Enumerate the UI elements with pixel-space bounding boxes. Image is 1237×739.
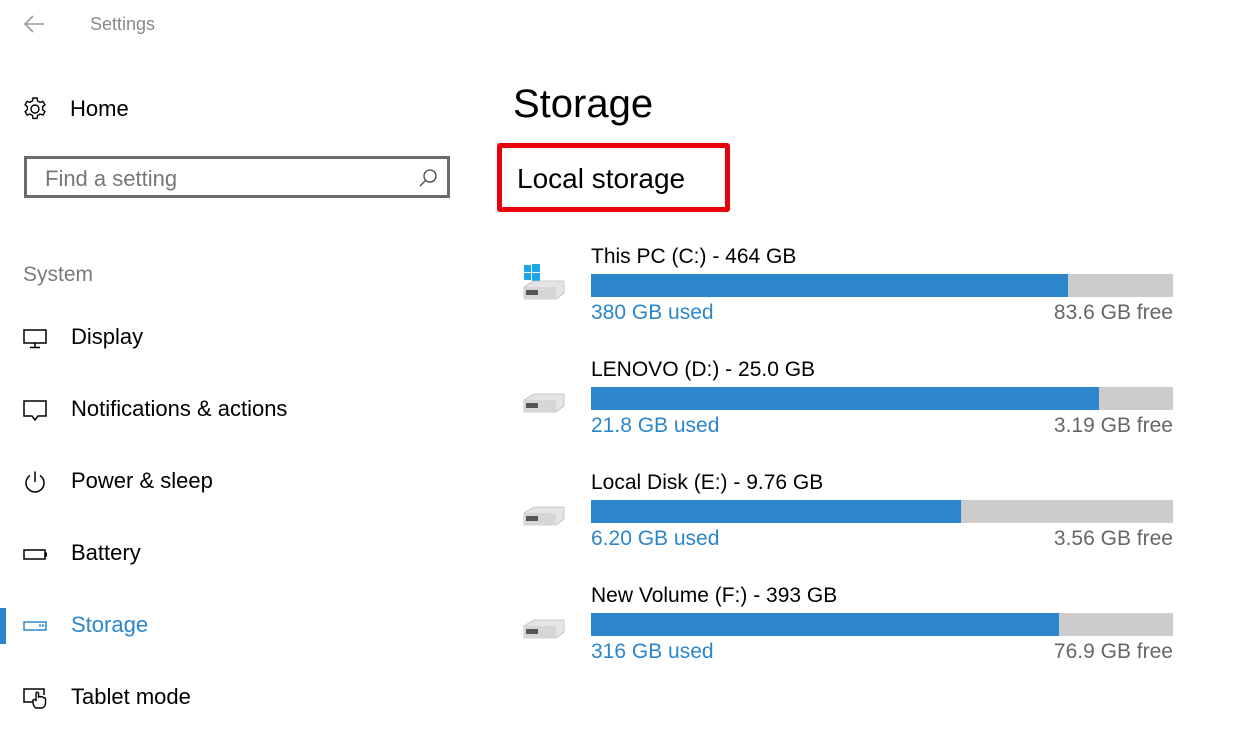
usage-bar-fill xyxy=(591,613,1059,636)
sidebar-item-tablet-mode[interactable]: Tablet mode xyxy=(0,676,470,720)
sidebar-item-label: Notifications & actions xyxy=(71,396,288,421)
drive-item-f[interactable]: New Volume (F:) - 393 GB 316 GB used 76.… xyxy=(495,584,1195,674)
sidebar-item-battery[interactable]: Battery xyxy=(0,532,470,576)
section-label-system: System xyxy=(23,263,94,286)
gear-icon xyxy=(24,97,46,120)
notifications-icon xyxy=(23,400,47,422)
tablet-mode-icon xyxy=(23,688,47,709)
sidebar-item-display[interactable]: Display xyxy=(0,316,470,360)
back-button[interactable] xyxy=(22,10,50,38)
drive-item-c[interactable]: This PC (C:) - 464 GB 380 GB used 83.6 G… xyxy=(495,245,1195,335)
free-space: 83.6 GB free xyxy=(1053,301,1173,324)
battery-icon xyxy=(23,549,47,560)
drive-name: This PC (C:) - 464 GB xyxy=(591,245,797,268)
active-indicator xyxy=(0,608,6,644)
sidebar-item-label: Display xyxy=(71,324,144,349)
display-icon xyxy=(23,329,47,349)
sidebar-item-power-sleep[interactable]: Power & sleep xyxy=(0,460,470,504)
used-space: 380 GB used xyxy=(591,301,714,324)
drive-name: LENOVO (D:) - 25.0 GB xyxy=(591,358,816,381)
drive-icon xyxy=(523,619,565,639)
system-drive-icon xyxy=(523,264,565,300)
search-box[interactable] xyxy=(24,156,450,198)
usage-bar-fill xyxy=(591,274,1068,297)
drive-name: Local Disk (E:) - 9.76 GB xyxy=(591,471,824,494)
sidebar: Home System Display Notifications & acti… xyxy=(0,60,470,739)
usage-bar-fill xyxy=(591,387,1099,410)
drive-item-d[interactable]: LENOVO (D:) - 25.0 GB 21.8 GB used 3.19 … xyxy=(495,358,1195,448)
sidebar-item-label: Battery xyxy=(71,540,141,565)
sidebar-home[interactable]: Home xyxy=(22,94,129,124)
page-title: Storage xyxy=(513,82,654,126)
sidebar-item-label: Power & sleep xyxy=(71,468,213,493)
usage-bar-fill xyxy=(591,500,961,523)
drive-item-e[interactable]: Local Disk (E:) - 9.76 GB 6.20 GB used 3… xyxy=(495,471,1195,561)
power-icon xyxy=(25,471,45,493)
used-space: 316 GB used xyxy=(591,640,714,663)
back-arrow-icon xyxy=(23,15,44,33)
usage-bar xyxy=(591,500,1173,523)
used-space: 21.8 GB used xyxy=(591,414,720,437)
app-title: Settings xyxy=(90,14,156,34)
main-content: Storage Local storage This PC (C:) - 464… xyxy=(495,0,1237,739)
search-icon[interactable] xyxy=(417,167,439,189)
storage-icon xyxy=(23,621,47,631)
section-title-local-storage: Local storage xyxy=(517,163,686,194)
usage-bar xyxy=(591,274,1173,297)
drive-icon xyxy=(523,506,565,526)
usage-bar xyxy=(591,613,1173,636)
sidebar-home-label: Home xyxy=(70,96,129,121)
free-space: 3.56 GB free xyxy=(1053,527,1173,550)
drive-name: New Volume (F:) - 393 GB xyxy=(591,584,838,607)
drive-icon xyxy=(523,393,565,413)
local-storage-highlight: Local storage xyxy=(497,143,730,212)
sidebar-item-storage[interactable]: Storage xyxy=(0,604,470,648)
usage-bar xyxy=(591,387,1173,410)
free-space: 76.9 GB free xyxy=(1053,640,1173,663)
sidebar-item-notifications[interactable]: Notifications & actions xyxy=(0,388,470,432)
free-space: 3.19 GB free xyxy=(1053,414,1173,437)
sidebar-item-label: Storage xyxy=(71,612,149,637)
used-space: 6.20 GB used xyxy=(591,527,720,550)
sidebar-item-label: Tablet mode xyxy=(71,684,191,709)
search-input[interactable] xyxy=(43,165,407,193)
